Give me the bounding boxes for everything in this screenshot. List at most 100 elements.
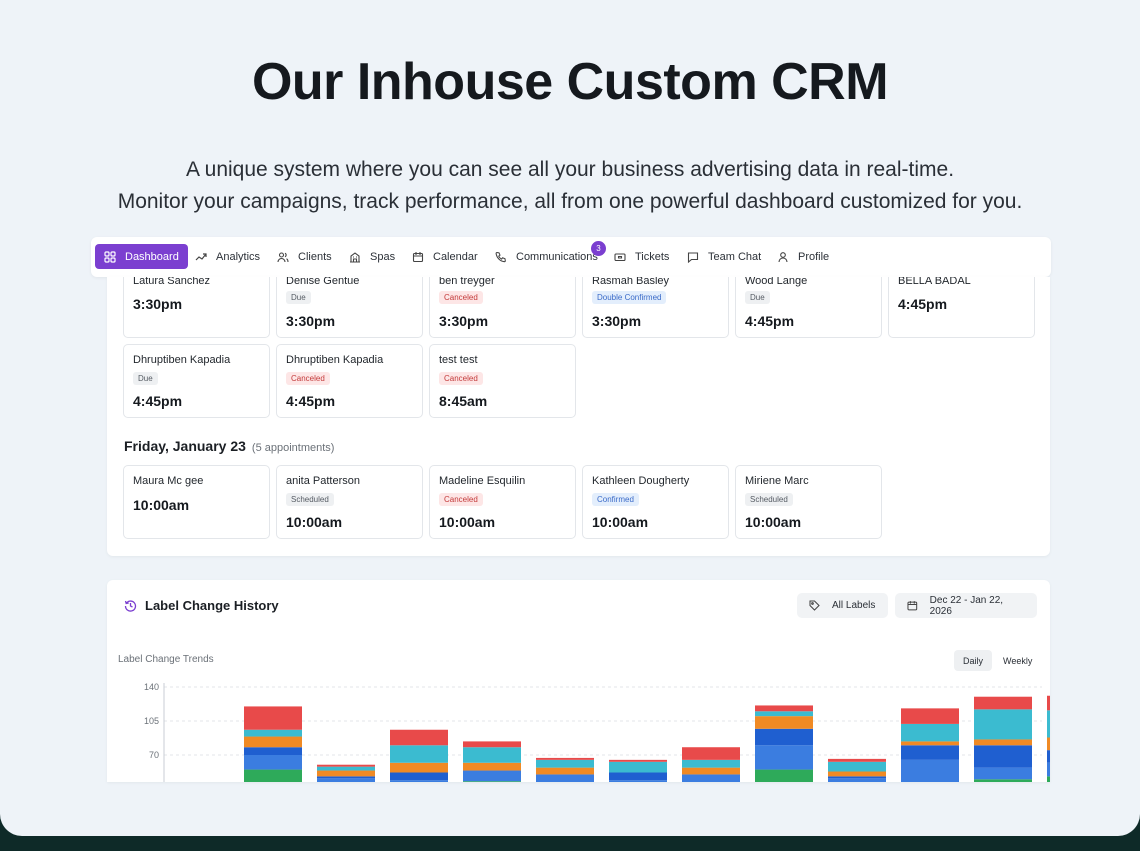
bar-segment[interactable]: [974, 709, 1032, 740]
bar-segment[interactable]: [682, 767, 740, 775]
bar-segment[interactable]: [1047, 762, 1050, 777]
appointment-card[interactable]: Rasmah Basley Double Confirmed 3:30pm: [582, 277, 729, 338]
bar-segment[interactable]: [828, 758, 886, 762]
all-labels-filter[interactable]: All Labels: [797, 593, 888, 618]
bar-segment[interactable]: [682, 774, 740, 782]
appointment-time: 4:45pm: [133, 393, 183, 409]
bar-segment[interactable]: [609, 780, 667, 782]
bar-segment[interactable]: [536, 767, 594, 775]
nav-item-spas[interactable]: Spas: [349, 244, 395, 269]
nav-item-clients[interactable]: Clients: [277, 244, 332, 269]
bar-segment[interactable]: [536, 757, 594, 760]
appointment-card[interactable]: Madeline Esquilin Canceled 10:00am: [429, 465, 576, 539]
date-range-picker[interactable]: Dec 22 - Jan 22, 2026: [895, 593, 1037, 618]
nav-item-dashboard[interactable]: Dashboard: [95, 244, 188, 269]
nav-label: Dashboard: [125, 250, 179, 263]
bar-segment[interactable]: [828, 761, 886, 772]
bar-segment[interactable]: [901, 741, 959, 746]
bar-segment[interactable]: [609, 759, 667, 762]
bar-segment[interactable]: [755, 769, 813, 782]
bar-segment[interactable]: [244, 729, 302, 737]
appointment-time: 10:00am: [592, 514, 649, 530]
bar-segment[interactable]: [1047, 737, 1050, 751]
nav-item-team-chat[interactable]: Team Chat: [687, 244, 761, 269]
bar-segment[interactable]: [463, 781, 521, 782]
appointment-card[interactable]: Dhruptiben Kapadia Canceled 4:45pm: [276, 344, 423, 418]
bar-segment[interactable]: [390, 729, 448, 746]
bar-segment[interactable]: [755, 745, 813, 770]
bar-segment[interactable]: [463, 770, 521, 782]
nav-item-calendar[interactable]: Calendar: [412, 244, 478, 269]
bar-segment[interactable]: [755, 728, 813, 746]
trend-icon: [195, 252, 207, 260]
nav-item-profile[interactable]: Profile: [777, 244, 829, 269]
bar-segment[interactable]: [901, 759, 959, 782]
nav-label: Spas: [370, 250, 396, 263]
bar-segment[interactable]: [317, 770, 375, 777]
bar-segment[interactable]: [1047, 710, 1050, 738]
label-history-title: Label Change History: [124, 598, 279, 613]
appointment-card[interactable]: ben treyger Canceled 3:30pm: [429, 277, 576, 338]
bar-segment[interactable]: [463, 741, 521, 748]
appointment-card[interactable]: Kathleen Dougherty Confirmed 10:00am: [582, 465, 729, 539]
bar-segment[interactable]: [317, 776, 375, 779]
bar-segment[interactable]: [1047, 750, 1050, 763]
bar-segment[interactable]: [974, 696, 1032, 710]
bar-segment[interactable]: [901, 723, 959, 742]
bar-segment[interactable]: [390, 762, 448, 773]
bar-segment[interactable]: [828, 776, 886, 779]
status-badge: Due: [286, 291, 311, 304]
calendar-icon: [412, 251, 424, 262]
bar-segment[interactable]: [974, 779, 1032, 782]
bar-segment[interactable]: [609, 772, 667, 781]
toggle-daily[interactable]: Daily: [954, 650, 993, 671]
bar-segment[interactable]: [901, 745, 959, 760]
bar-segment[interactable]: [244, 706, 302, 730]
bar-segment[interactable]: [974, 745, 1032, 768]
bar-segment[interactable]: [901, 708, 959, 724]
appointment-card[interactable]: Latura Sanchez 3:30pm: [123, 277, 270, 338]
bar-segment[interactable]: [755, 716, 813, 729]
appointment-card[interactable]: anita Patterson Scheduled 10:00am: [276, 465, 423, 539]
bar-segment[interactable]: [317, 764, 375, 767]
nav-item-communications[interactable]: Communications: [495, 244, 598, 269]
bar-segment[interactable]: [755, 705, 813, 712]
bar-segment[interactable]: [317, 766, 375, 771]
bar-segment[interactable]: [390, 780, 448, 782]
chat-icon: [687, 251, 699, 263]
bar-segment[interactable]: [536, 774, 594, 782]
nav-item-tickets[interactable]: Tickets: [614, 244, 669, 269]
bar-segment[interactable]: [828, 771, 886, 777]
appointment-card[interactable]: Denise Gentue Due 3:30pm: [276, 277, 423, 338]
appointment-card[interactable]: test test Canceled 8:45am: [429, 344, 576, 418]
bar-segment[interactable]: [1047, 695, 1050, 711]
bar-segment[interactable]: [828, 778, 886, 782]
y-tick-label: 70: [149, 750, 159, 760]
bar-segment[interactable]: [974, 767, 1032, 780]
bar-segment[interactable]: [244, 755, 302, 770]
y-tick-label: 105: [144, 716, 159, 726]
bar-segment[interactable]: [244, 769, 302, 782]
appointment-card[interactable]: Miriene Marc Scheduled 10:00am: [735, 465, 882, 539]
bar-segment[interactable]: [317, 778, 375, 782]
bar-segment[interactable]: [390, 745, 448, 763]
bar-segment[interactable]: [244, 747, 302, 755]
bar-segment[interactable]: [536, 759, 594, 768]
nav-item-analytics[interactable]: Analytics: [195, 244, 260, 269]
bar-segment[interactable]: [463, 762, 521, 771]
toggle-weekly[interactable]: Weekly: [994, 650, 1041, 671]
bar-segment[interactable]: [244, 736, 302, 748]
bar-segment[interactable]: [609, 761, 667, 773]
appointment-card[interactable]: Dhruptiben Kapadia Due 4:45pm: [123, 344, 270, 418]
appointment-card[interactable]: BELLA BADAL 4:45pm: [888, 277, 1035, 338]
bar-segment[interactable]: [755, 711, 813, 717]
client-name: test test: [439, 354, 478, 366]
bar-segment[interactable]: [1047, 776, 1050, 782]
bar-segment[interactable]: [974, 739, 1032, 746]
bar-segment[interactable]: [463, 747, 521, 763]
appointment-card[interactable]: Maura Mc gee 10:00am: [123, 465, 270, 539]
bar-segment[interactable]: [682, 747, 740, 760]
appointment-card[interactable]: Wood Lange Due 4:45pm: [735, 277, 882, 338]
bar-segment[interactable]: [682, 759, 740, 768]
bar-segment[interactable]: [390, 772, 448, 781]
